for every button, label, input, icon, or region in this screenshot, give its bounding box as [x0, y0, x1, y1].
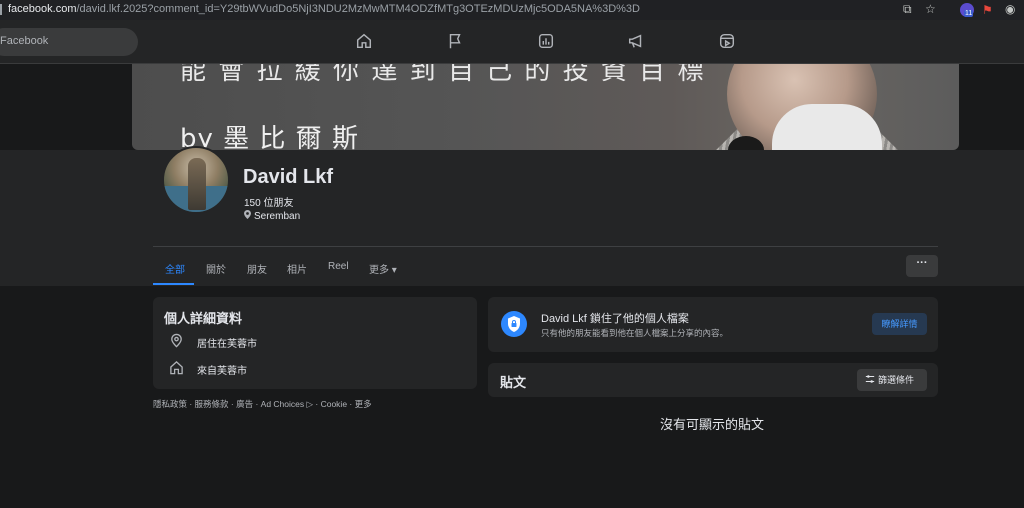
cover-text-line1: 能 會 拉 緩 你 達 到 自 己 的 投 資 目 標: [180, 64, 706, 86]
filter-button[interactable]: 篩選條件: [857, 369, 927, 391]
tab-photos[interactable]: 相片: [287, 261, 307, 276]
shield-lock-icon: [501, 311, 527, 337]
posts-header-card: 貼文 篩選條件: [488, 363, 938, 397]
home-icon[interactable]: [355, 32, 373, 50]
profile-name[interactable]: David Lkf: [243, 166, 333, 189]
cover-person-shirt: [772, 104, 882, 150]
tab-reels[interactable]: Reel: [328, 261, 349, 272]
locked-profile-subtitle: 只有他的朋友能看到他在個人檔案上分享的內容。: [541, 328, 729, 338]
megaphone-icon[interactable]: [627, 32, 645, 50]
cast-icon[interactable]: ⧉: [903, 2, 912, 17]
tab-more[interactable]: 更多 ▾: [369, 261, 397, 276]
intro-title: 個人詳細資料: [164, 311, 243, 326]
locked-profile-card: David Lkf 鎖住了他的個人檔案 只有他的朋友能看到他在個人檔案上分享的內…: [488, 297, 938, 352]
browser-address-bar[interactable]: facebook.com/david.lkf.2025?comment_id=Y…: [0, 0, 1024, 20]
video-icon[interactable]: [718, 32, 736, 50]
home-icon: [170, 360, 183, 375]
extension-icon[interactable]: 11: [960, 3, 974, 17]
search-input[interactable]: Facebook: [0, 28, 138, 56]
location-pin-icon: [171, 333, 182, 348]
profile-location: Seremban: [244, 210, 300, 222]
filter-icon: [865, 375, 875, 383]
avatar-statue: [188, 158, 206, 210]
site-info-icon[interactable]: [0, 4, 5, 15]
profile-divider: [153, 246, 938, 247]
profile-header: David Lkf 150 位朋友 Seremban 全部 關於 朋友 相片 R…: [0, 146, 1024, 286]
tab-about[interactable]: 關於: [206, 261, 226, 276]
top-navigation: Facebook: [0, 20, 1024, 64]
active-tab-indicator: [153, 283, 194, 285]
location-pin-icon: [244, 210, 251, 219]
url-text[interactable]: facebook.com/david.lkf.2025?comment_id=Y…: [8, 3, 640, 15]
cover-photo[interactable]: 能 會 拉 緩 你 達 到 自 己 的 投 資 目 標 by 墨 比 爾 斯: [132, 64, 959, 150]
flag-icon[interactable]: [446, 32, 464, 50]
posts-title: 貼文: [500, 375, 527, 390]
cover-text-line2: by 墨 比 爾 斯: [180, 124, 359, 150]
learn-more-button[interactable]: 瞭解詳情: [872, 313, 927, 335]
locked-profile-title: David Lkf 鎖住了他的個人檔案: [541, 313, 689, 325]
intro-card: 個人詳細資料 居住在芙蓉市 來自芙蓉市: [153, 297, 477, 389]
no-posts-message: 沒有可顯示的貼文: [660, 417, 765, 432]
footer-links[interactable]: 隱私政策 · 服務條款 · 廣告 · Ad Choices ▷ · Cookie…: [153, 398, 372, 410]
extension-red-icon[interactable]: ⚑: [982, 3, 993, 17]
profile-icon[interactable]: ◉: [1005, 2, 1015, 16]
friends-count[interactable]: 150 位朋友: [244, 194, 293, 209]
avatar[interactable]: [162, 146, 230, 214]
bookmark-star-icon[interactable]: ☆: [925, 2, 936, 16]
tab-friends[interactable]: 朋友: [247, 261, 267, 276]
more-options-button[interactable]: ···: [906, 255, 938, 277]
tab-all[interactable]: 全部: [165, 261, 185, 276]
marketplace-icon[interactable]: [537, 32, 555, 50]
